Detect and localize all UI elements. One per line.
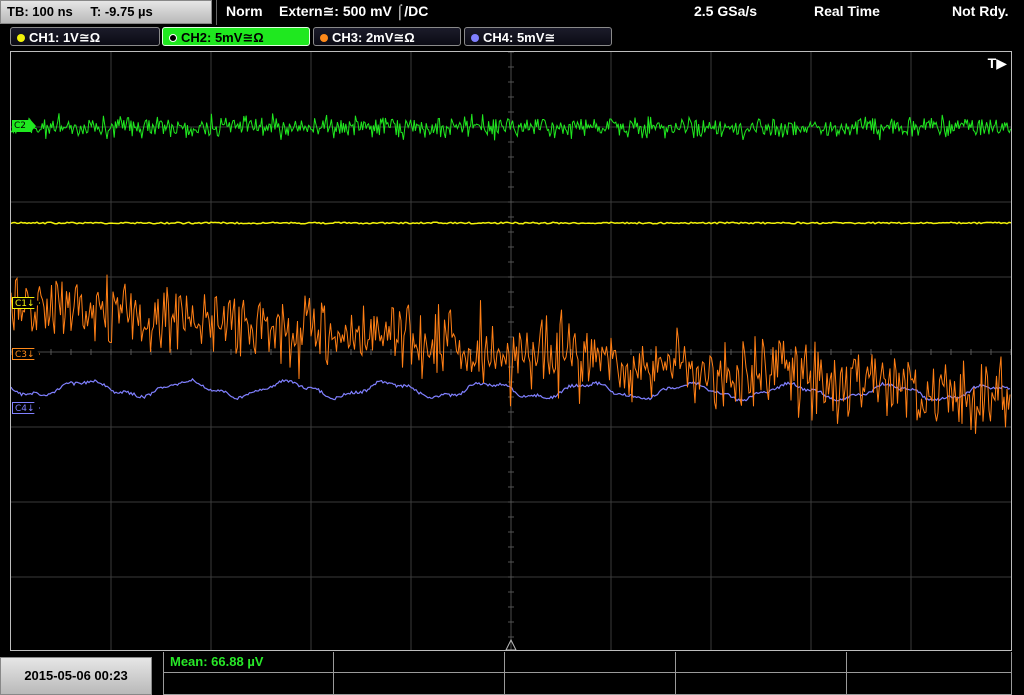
timebase-label: TB: 100 ns — [7, 4, 73, 19]
trigger-level-marker: T▶ — [987, 55, 1007, 71]
mean-measurement: Mean: 66.88 µV — [170, 654, 264, 669]
graticule-grid — [11, 52, 1011, 650]
measurement-cell[interactable] — [334, 652, 505, 673]
waveform-canvas — [11, 52, 1011, 650]
measurement-table: Mean: 66.88 µV — [163, 652, 1012, 695]
tab-ch2[interactable]: CH2: 5mV≅Ω — [162, 27, 310, 46]
ch4-color-dot-icon — [471, 34, 479, 42]
ch4-label: CH4: 5mV≅ — [483, 30, 556, 45]
acquisition-type[interactable]: Real Time — [814, 3, 880, 19]
measurement-cell[interactable] — [847, 652, 1012, 673]
acquisition-mode[interactable]: Norm — [226, 3, 263, 19]
ch3-color-dot-icon — [320, 34, 328, 42]
measurement-cell[interactable]: Mean: 66.88 µV — [163, 652, 334, 673]
tab-ch4[interactable]: CH4: 5mV≅ — [464, 27, 612, 46]
ch1-trace — [11, 221, 1011, 225]
trigger-source[interactable]: Extern≅: 500 mV ⌠/DC — [279, 3, 428, 20]
trigger-state: Not Rdy. — [952, 3, 1009, 19]
trigger-position-label: T: -9.75 µs — [90, 4, 153, 19]
tab-ch1[interactable]: CH1: 1V≅Ω — [10, 27, 160, 46]
measurement-cell[interactable] — [163, 673, 334, 695]
timebase-box[interactable]: TB: 100 ns T: -9.75 µs — [0, 0, 212, 24]
sample-rate[interactable]: 2.5 GSa/s — [694, 3, 757, 19]
tab-ch3[interactable]: CH3: 2mV≅Ω — [313, 27, 461, 46]
measurement-cell[interactable] — [847, 673, 1012, 695]
ch1-color-dot-icon — [17, 34, 25, 42]
scope-display[interactable]: T▶ C2 C1↓ C3↓ C4↓ — [10, 51, 1012, 651]
channel-tabs: CH1: 1V≅Ω CH2: 5mV≅Ω CH3: 2mV≅Ω CH4: 5mV… — [0, 27, 1024, 48]
date-time-display: 2015-05-06 00:23 — [0, 657, 152, 695]
measurement-cell[interactable] — [505, 673, 676, 695]
measurement-cell[interactable] — [676, 673, 847, 695]
status-bar: TB: 100 ns T: -9.75 µs Norm Extern≅: 500… — [0, 0, 1024, 26]
ch2-label: CH2: 5mV≅Ω — [181, 30, 264, 45]
measurement-cell[interactable] — [676, 652, 847, 673]
status-divider — [216, 0, 217, 25]
ch1-label: CH1: 1V≅Ω — [29, 30, 101, 45]
measurement-cell[interactable] — [334, 673, 505, 695]
ch3-label: CH3: 2mV≅Ω — [332, 30, 415, 45]
measurement-cell[interactable] — [505, 652, 676, 673]
ch2-color-dot-icon — [169, 34, 177, 42]
